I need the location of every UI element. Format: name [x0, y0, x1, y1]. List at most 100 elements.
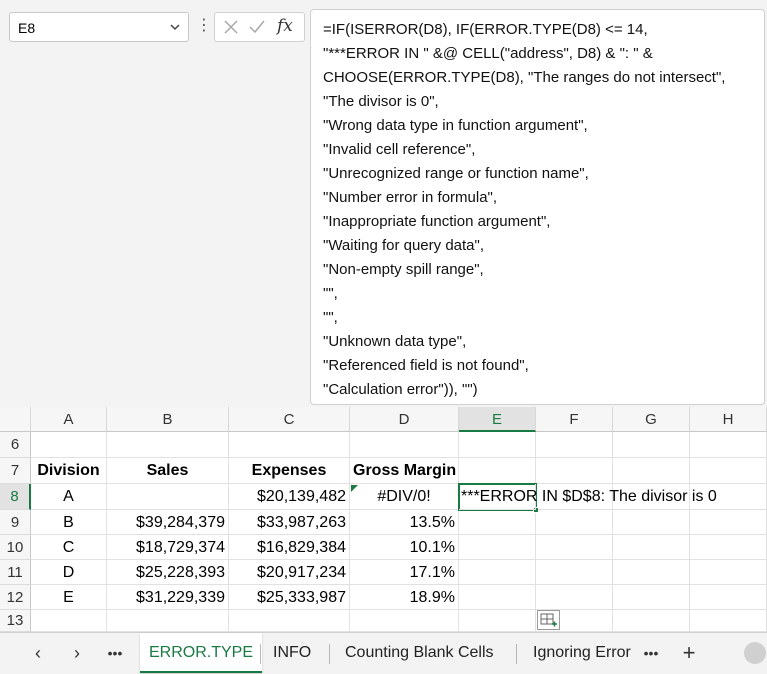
- column-header-a[interactable]: A: [31, 407, 107, 432]
- insert-function-icon[interactable]: fx: [277, 16, 293, 36]
- cell-b13[interactable]: [107, 610, 229, 632]
- cell-d8[interactable]: #DIV/0!: [350, 484, 459, 510]
- row-header-11[interactable]: 11: [0, 560, 31, 585]
- checkmark-icon[interactable]: [248, 19, 266, 35]
- cell-g7[interactable]: [613, 458, 690, 484]
- row-header-12[interactable]: 12: [0, 585, 31, 610]
- more-sheets-left-icon[interactable]: •••: [104, 641, 126, 665]
- cell-c13[interactable]: [229, 610, 350, 632]
- cell-h6[interactable]: [690, 432, 767, 458]
- cell-g9[interactable]: [613, 510, 690, 535]
- cell-d11[interactable]: 17.1%: [350, 560, 459, 585]
- cell-e9[interactable]: [459, 510, 536, 535]
- cell-g13[interactable]: [613, 610, 690, 632]
- cell-f12[interactable]: [536, 585, 613, 610]
- cell-h12[interactable]: [690, 585, 767, 610]
- cell-a9[interactable]: B: [31, 510, 107, 535]
- cell-a8[interactable]: A: [31, 484, 107, 510]
- cell-f9[interactable]: [536, 510, 613, 535]
- cell-f11[interactable]: [536, 560, 613, 585]
- cell-b8[interactable]: [107, 484, 229, 510]
- cell-a13[interactable]: [31, 610, 107, 632]
- cell-b10[interactable]: $18,729,374: [107, 535, 229, 560]
- cell-g10[interactable]: [613, 535, 690, 560]
- cell-e6[interactable]: [459, 432, 536, 458]
- cell-c12[interactable]: $25,333,987: [229, 585, 350, 610]
- column-header-f[interactable]: F: [536, 407, 613, 432]
- cell-d10[interactable]: 10.1%: [350, 535, 459, 560]
- cell-f7[interactable]: [536, 458, 613, 484]
- column-header-c[interactable]: C: [229, 407, 350, 432]
- cell-h7[interactable]: [690, 458, 767, 484]
- tab-info[interactable]: INFO: [273, 633, 311, 673]
- row-header-6[interactable]: 6: [0, 432, 31, 458]
- cell-c7[interactable]: Expenses: [229, 458, 350, 484]
- cell-g12[interactable]: [613, 585, 690, 610]
- more-options-icon[interactable]: ⋮: [196, 15, 212, 37]
- column-header-h[interactable]: H: [690, 407, 767, 432]
- quick-analysis-icon[interactable]: [537, 610, 560, 630]
- tab-ignoring-error[interactable]: Ignoring Error: [533, 633, 633, 673]
- scroll-right-icon[interactable]: ›: [66, 641, 88, 665]
- cell-b6[interactable]: [107, 432, 229, 458]
- formula-line: "The divisor is 0",: [323, 93, 439, 110]
- cell-h9[interactable]: [690, 510, 767, 535]
- row-header-9[interactable]: 9: [0, 510, 31, 535]
- cell-b7[interactable]: Sales: [107, 458, 229, 484]
- cell-g6[interactable]: [613, 432, 690, 458]
- cell-c11[interactable]: $20,917,234: [229, 560, 350, 585]
- more-sheets-right-icon[interactable]: •••: [640, 641, 662, 665]
- add-sheet-button[interactable]: +: [678, 641, 700, 665]
- cell-e10[interactable]: [459, 535, 536, 560]
- cell-a12[interactable]: E: [31, 585, 107, 610]
- cell-d7[interactable]: Gross Margin: [350, 458, 459, 484]
- formula-line: "Referenced field is not found",: [323, 357, 529, 374]
- column-header-b[interactable]: B: [107, 407, 229, 432]
- cell-h11[interactable]: [690, 560, 767, 585]
- chevron-down-icon[interactable]: [169, 21, 181, 33]
- worksheet-grid: A B C D E F G H 6 7 Division Sales Expenses Gross Mar…: [0, 407, 767, 632]
- row-header-7[interactable]: 7: [0, 458, 31, 484]
- cell-e12[interactable]: [459, 585, 536, 610]
- select-all-corner[interactable]: [0, 407, 31, 432]
- cell-h13[interactable]: [690, 610, 767, 632]
- formula-line: "Non-empty spill range",: [323, 261, 484, 278]
- cell-d9[interactable]: 13.5%: [350, 510, 459, 535]
- cell-e11[interactable]: [459, 560, 536, 585]
- column-header-g[interactable]: G: [613, 407, 690, 432]
- row-header-13[interactable]: 13: [0, 610, 31, 632]
- cell-b12[interactable]: $31,229,339: [107, 585, 229, 610]
- cell-b11[interactable]: $25,228,393: [107, 560, 229, 585]
- status-scroll-circle-icon: [744, 642, 766, 664]
- cell-e13[interactable]: [459, 610, 536, 632]
- cell-a10[interactable]: C: [31, 535, 107, 560]
- cell-a6[interactable]: [31, 432, 107, 458]
- cell-c6[interactable]: [229, 432, 350, 458]
- tab-counting-blank-cells[interactable]: Counting Blank Cells: [345, 633, 494, 673]
- cell-a11[interactable]: D: [31, 560, 107, 585]
- cell-c8[interactable]: $20,139,482: [229, 484, 350, 510]
- cell-a7[interactable]: Division: [31, 458, 107, 484]
- cell-d6[interactable]: [350, 432, 459, 458]
- cell-e8[interactable]: ***ERROR IN $D$8: The divisor is 0: [459, 484, 717, 510]
- cancel-icon[interactable]: [223, 19, 239, 35]
- row-header-8[interactable]: 8: [0, 484, 31, 510]
- tab-error-type[interactable]: ERROR.TYPE: [140, 633, 263, 673]
- cell-e7[interactable]: [459, 458, 536, 484]
- column-header-e[interactable]: E: [459, 407, 536, 432]
- cell-h10[interactable]: [690, 535, 767, 560]
- column-header-d[interactable]: D: [350, 407, 459, 432]
- cell-g11[interactable]: [613, 560, 690, 585]
- formula-bar[interactable]: =IF(ISERROR(D8), IF(ERROR.TYPE(D8) <= 14…: [310, 9, 765, 405]
- name-box[interactable]: E8: [9, 12, 189, 42]
- scroll-left-icon[interactable]: ‹: [27, 641, 49, 665]
- cell-d13[interactable]: [350, 610, 459, 632]
- cell-f10[interactable]: [536, 535, 613, 560]
- cell-f6[interactable]: [536, 432, 613, 458]
- row-header-10[interactable]: 10: [0, 535, 31, 560]
- error-indicator-icon[interactable]: [351, 485, 358, 492]
- cell-d12[interactable]: 18.9%: [350, 585, 459, 610]
- cell-c10[interactable]: $16,829,384: [229, 535, 350, 560]
- cell-c9[interactable]: $33,987,263: [229, 510, 350, 535]
- cell-b9[interactable]: $39,284,379: [107, 510, 229, 535]
